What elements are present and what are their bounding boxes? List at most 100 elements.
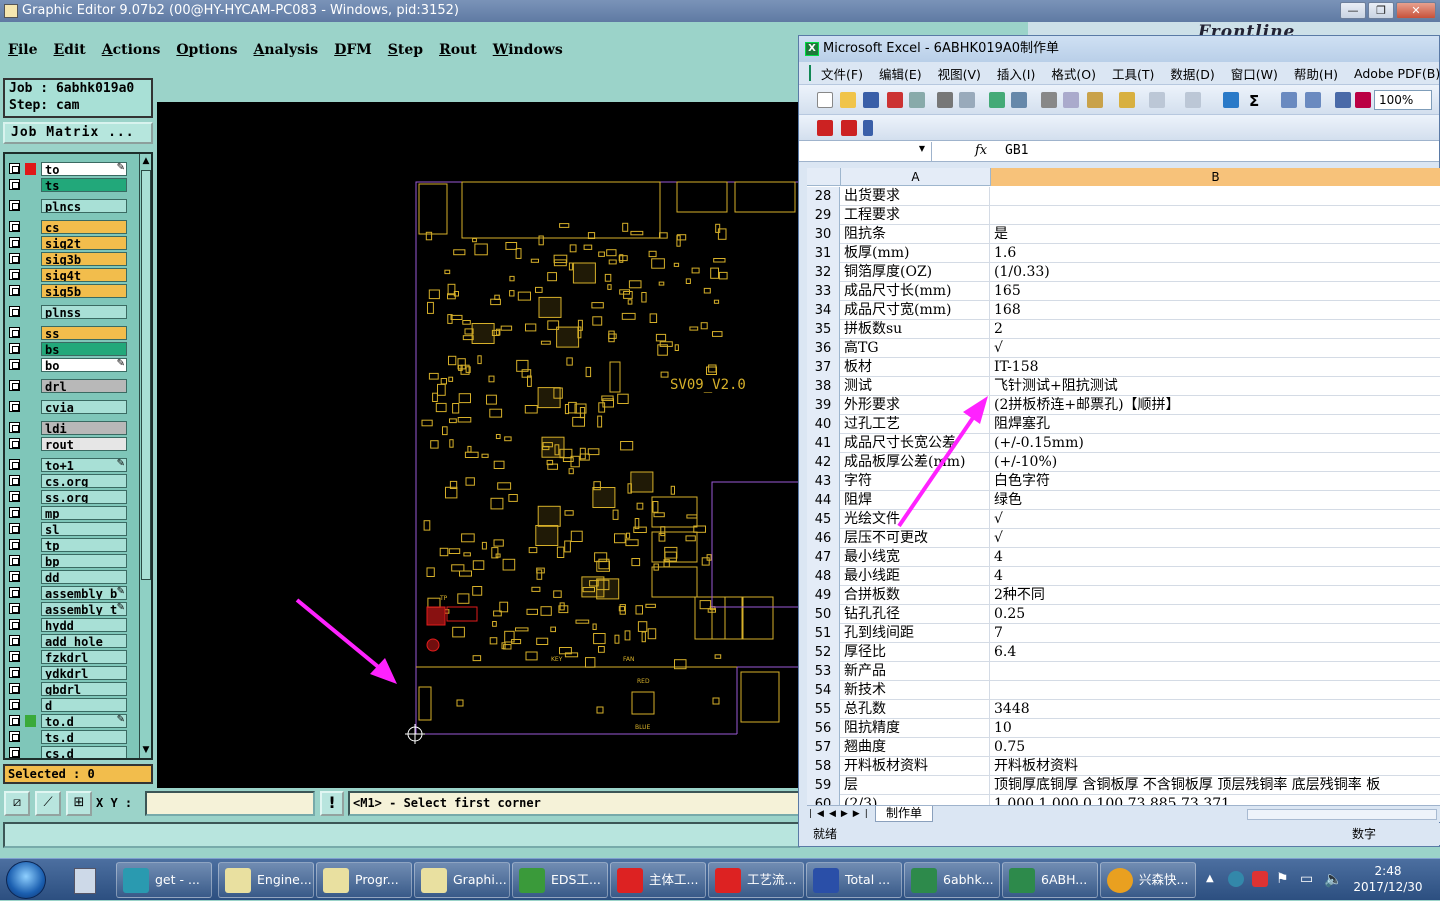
tray-expand-icon[interactable]: ▲ [1206, 873, 1214, 884]
layer-row[interactable]: ldi [9, 421, 127, 435]
layer-row[interactable]: sl [9, 522, 127, 536]
layer-checkbox[interactable] [9, 285, 20, 296]
start-button[interactable] [6, 861, 46, 899]
xl-menu-help[interactable]: 帮助(H) [1294, 64, 1338, 83]
layer-name[interactable]: ldi [41, 421, 127, 435]
layer-name[interactable]: ydkdrl [41, 666, 127, 680]
taskbar-item-10[interactable]: 6ABH... [1002, 862, 1098, 898]
layer-checkbox[interactable] [9, 459, 20, 470]
xl-menu-tools[interactable]: 工具(T) [1112, 64, 1154, 83]
layer-checkbox[interactable] [9, 747, 20, 758]
layer-name[interactable]: cs.org [41, 474, 127, 488]
menu-file[interactable]: File [0, 36, 46, 66]
layer-name[interactable]: sl [41, 522, 127, 536]
layer-checkbox[interactable] [9, 200, 20, 211]
xl-menu-file[interactable]: 文件(F) [821, 64, 863, 83]
layer-checkbox[interactable] [9, 507, 20, 518]
volume-icon[interactable]: 🔈 [1324, 870, 1343, 888]
grid-icon[interactable]: ⊞ [66, 791, 92, 816]
layer-name[interactable]: ss.org [41, 490, 127, 504]
layer-row[interactable]: cvia [9, 400, 127, 414]
layer-checkbox[interactable] [9, 571, 20, 582]
autosum-icon[interactable]: Σ [1249, 92, 1265, 110]
layer-name[interactable]: ts [41, 178, 127, 192]
menu-options[interactable]: Options [168, 36, 245, 66]
layer-row[interactable]: assembly_b ✎ [9, 586, 127, 600]
sort-ascending-icon[interactable] [1281, 92, 1297, 108]
format-painter-icon[interactable] [1119, 92, 1135, 108]
layer-name[interactable]: to+1 [41, 458, 127, 472]
layer-row[interactable]: to.d ✎ [9, 714, 127, 728]
layer-name[interactable]: plncs [41, 199, 127, 213]
layer-checkbox[interactable] [9, 237, 20, 248]
taskbar-item-5[interactable]: EDS工... [512, 862, 608, 898]
horizontal-scrollbar[interactable] [1247, 809, 1437, 820]
zoom-window-icon[interactable]: ⧄ [4, 791, 30, 816]
layer-checkbox[interactable] [9, 635, 20, 646]
layer-row[interactable]: ydkdrl [9, 666, 127, 680]
spreadsheet-grid[interactable]: A B 28 出货要求 29 工程要求 30 阻抗条是 31 板厚(mm) 1.6 32 铜箔厚度(… [807, 168, 1440, 805]
layer-row[interactable]: bs [9, 342, 127, 356]
hyperlink-icon[interactable] [1223, 92, 1239, 108]
layer-name[interactable]: hydd [41, 618, 127, 632]
layer-checkbox[interactable] [9, 253, 20, 264]
layer-row[interactable]: tp [9, 538, 127, 552]
close-icon[interactable]: ✕ [1396, 2, 1436, 19]
layer-checkbox[interactable] [9, 343, 20, 354]
menu-analysis[interactable]: Analysis [246, 36, 327, 66]
layer-checkbox[interactable] [9, 269, 20, 280]
toolbar-options-icon[interactable] [863, 120, 873, 136]
xl-menu-data[interactable]: 数据(D) [1170, 64, 1214, 83]
layer-checkbox[interactable] [9, 539, 20, 550]
layer-checkbox[interactable] [9, 555, 20, 566]
layer-name[interactable]: sig2t [41, 236, 127, 250]
xl-menu-edit[interactable]: 编辑(E) [879, 64, 922, 83]
layer-checkbox[interactable] [9, 475, 20, 486]
maximize-icon[interactable]: ❐ [1368, 2, 1394, 19]
pdf-email-icon[interactable] [841, 120, 857, 136]
taskbar-item-3[interactable]: Progr... [316, 862, 412, 898]
layer-name[interactable]: assembly_b [41, 586, 127, 600]
flag-icon[interactable]: ⚑ [1276, 871, 1289, 887]
layer-row[interactable]: mp [9, 506, 127, 520]
zoom-select[interactable]: 100% [1374, 90, 1432, 110]
layer-name[interactable]: fzkdrl [41, 650, 127, 664]
layer-name[interactable]: bs [41, 342, 127, 356]
layer-name[interactable]: cvia [41, 400, 127, 414]
print-icon[interactable] [937, 92, 953, 108]
layer-row[interactable]: bp [9, 554, 127, 568]
layer-row[interactable]: sig4t [9, 268, 127, 282]
taskbar-item-7[interactable]: 工艺流... [708, 862, 804, 898]
layer-name[interactable]: tp [41, 538, 127, 552]
paste-icon[interactable] [1087, 92, 1103, 108]
new-icon[interactable] [817, 92, 833, 108]
sort-descending-icon[interactable] [1305, 92, 1321, 108]
layer-checkbox[interactable] [9, 731, 20, 742]
layer-name[interactable]: to.d [41, 714, 127, 728]
layer-row[interactable]: ss.org [9, 490, 127, 504]
layer-name[interactable]: bo [41, 358, 127, 372]
layer-name[interactable]: plnss [41, 305, 127, 319]
layer-checkbox[interactable] [9, 587, 20, 598]
taskbar-item-11[interactable]: 兴森快... [1100, 862, 1196, 898]
permission-icon[interactable] [887, 92, 903, 108]
research-icon[interactable] [1011, 92, 1027, 108]
taskbar-item-8[interactable]: Total ... [806, 862, 902, 898]
layer-checkbox[interactable] [9, 491, 20, 502]
minimize-icon[interactable]: — [1340, 2, 1366, 19]
layer-checkbox[interactable] [9, 422, 20, 433]
fx-icon[interactable]: fx [975, 143, 987, 158]
layer-name[interactable]: dd [41, 570, 127, 584]
menu-step[interactable]: Step [380, 36, 431, 66]
layer-checkbox[interactable] [9, 651, 20, 662]
layer-name[interactable]: mp [41, 506, 127, 520]
sheet-tab[interactable]: 制作单 [875, 806, 934, 822]
menu-actions[interactable]: Actions [94, 36, 169, 66]
layer-row[interactable]: plncs [9, 199, 127, 213]
layer-row[interactable]: d [9, 698, 127, 712]
layer-row[interactable]: gbdrl [9, 682, 127, 696]
layer-name[interactable]: to [41, 162, 127, 176]
layer-row[interactable]: dd [9, 570, 127, 584]
layer-checkbox[interactable] [9, 359, 20, 370]
taskbar-pin-calculator-icon[interactable] [62, 862, 108, 898]
